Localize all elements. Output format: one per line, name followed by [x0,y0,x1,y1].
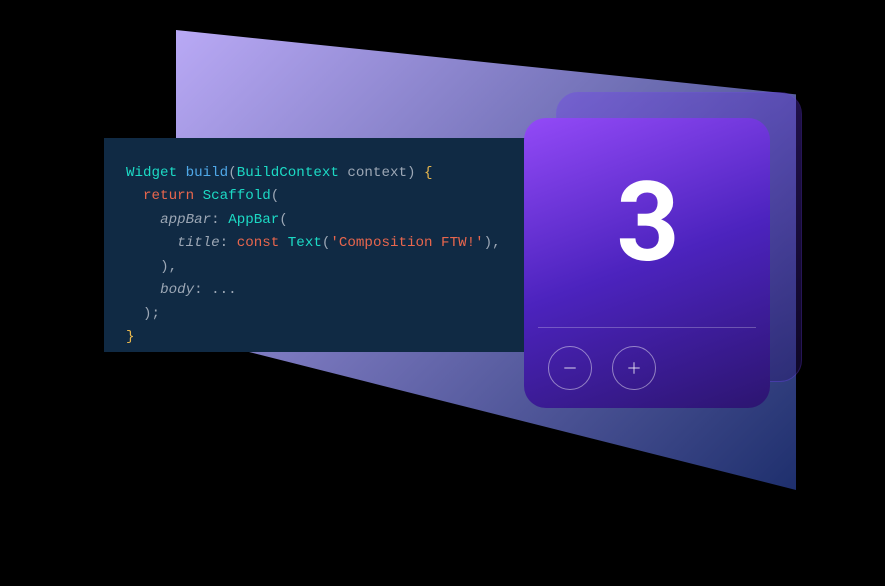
token-return-type: Widget [126,165,177,181]
token-body-prop: body [160,282,194,298]
token-close-brace: } [126,329,135,345]
plus-icon [625,359,643,377]
token-return-kw: return [143,188,194,204]
token-close-appbar: ), [160,259,177,275]
token-param-name: context [347,165,407,181]
minus-icon [561,359,579,377]
increment-button[interactable] [612,346,656,390]
decrement-button[interactable] [548,346,592,390]
token-appbar-prop: appBar [160,212,211,228]
counter-controls [524,328,770,408]
token-close-scaffold: ); [143,306,160,322]
counter-display: 3 [524,118,770,327]
token-scaffold: Scaffold [203,188,271,204]
counter-value: 3 [616,158,677,287]
token-title-prop: title [177,235,220,251]
token-string-literal: 'Composition FTW!' [330,235,483,251]
code-editor-panel: Widget build(BuildContext context) { ret… [104,138,562,352]
token-param-type: BuildContext [237,165,339,181]
token-text-cls: Text [288,235,322,251]
token-const-kw: const [237,235,280,251]
token-ellipsis: ... [211,282,237,298]
counter-app-card: 3 [524,118,770,408]
token-appbar-cls: AppBar [228,212,279,228]
token-func-name: build [186,165,229,181]
